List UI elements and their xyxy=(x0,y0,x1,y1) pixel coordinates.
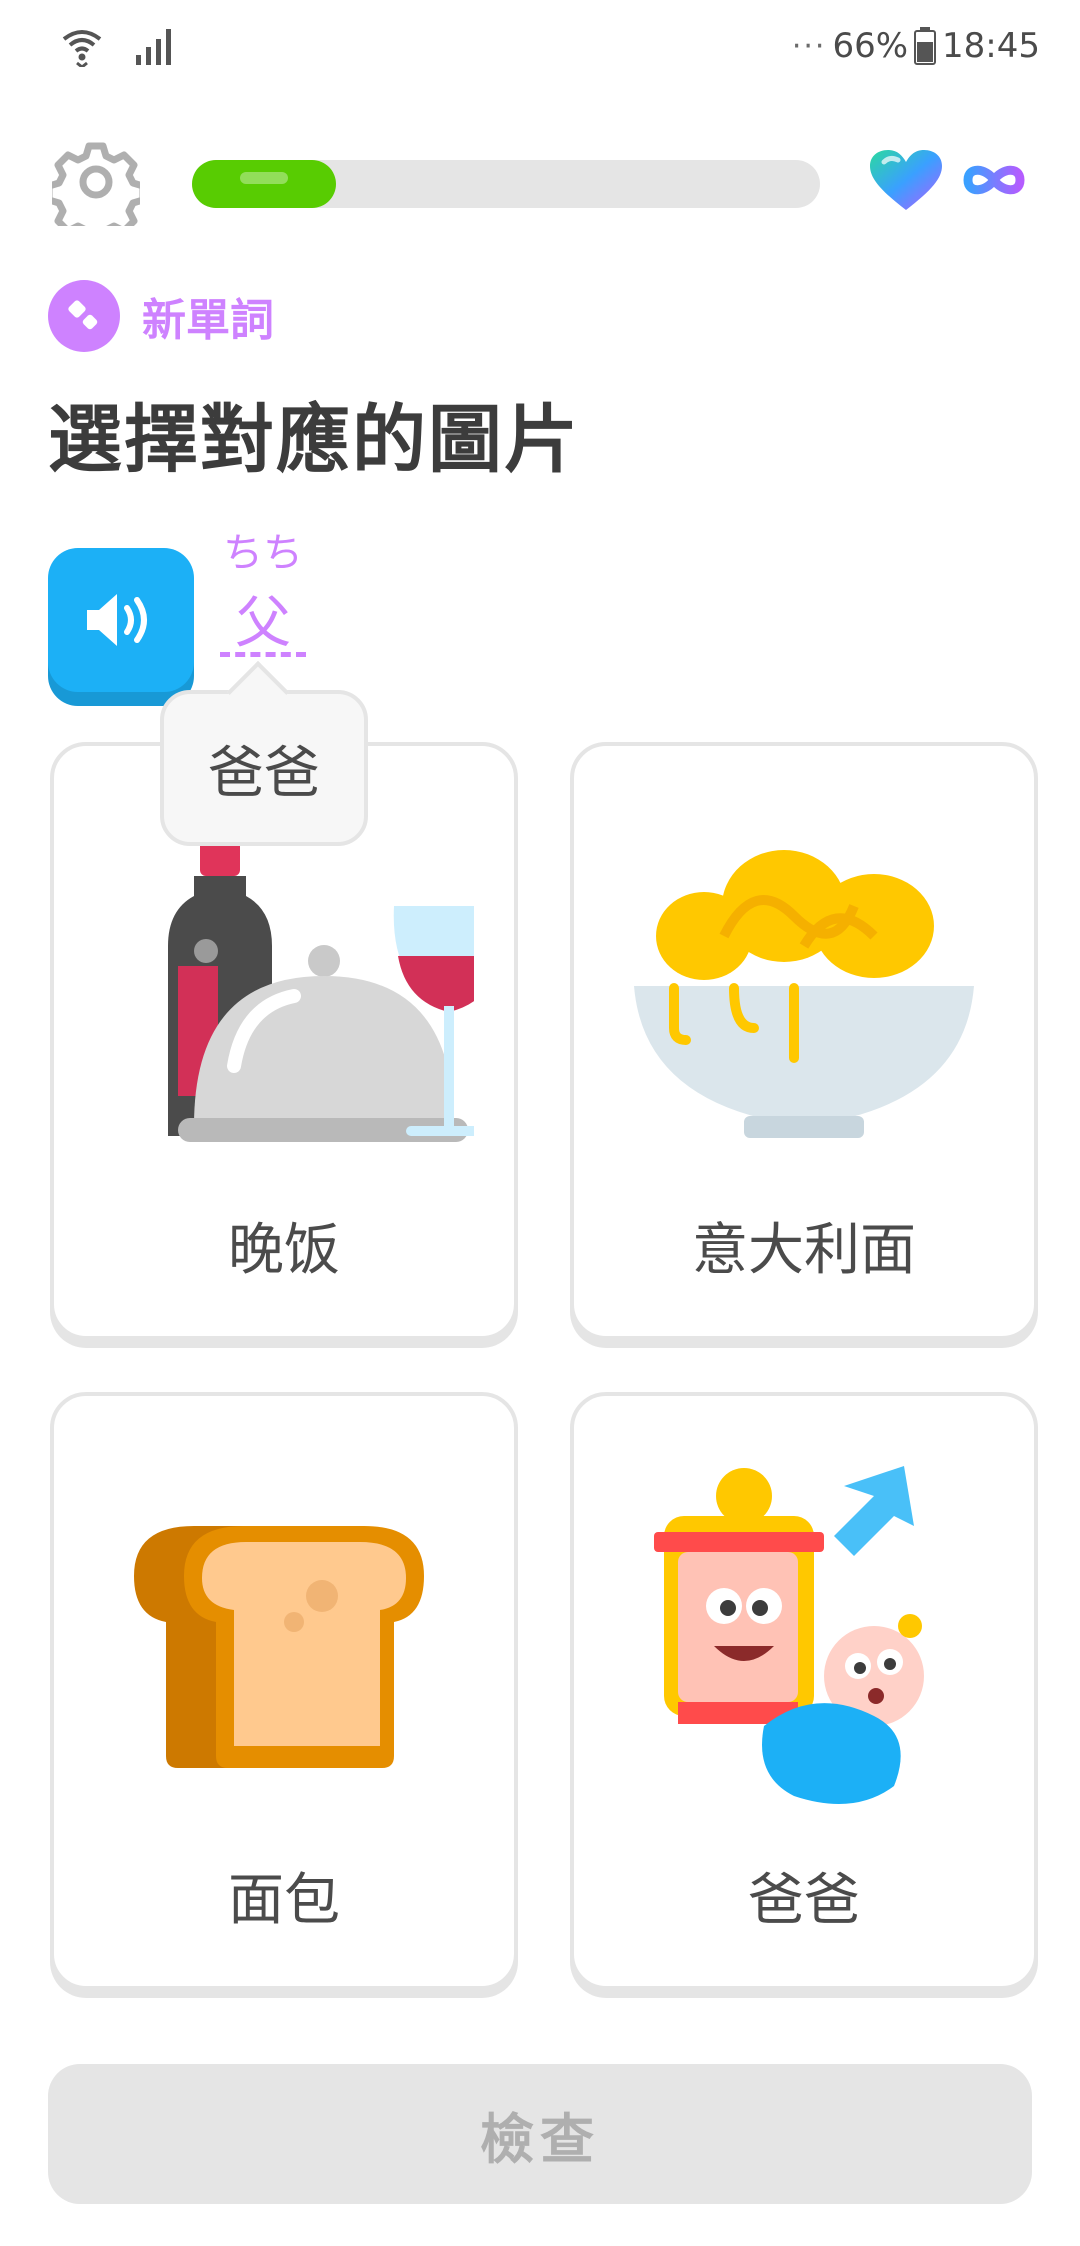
hearts-button[interactable] xyxy=(870,150,942,212)
speaker-icon xyxy=(87,594,147,646)
battery-percent: 66% xyxy=(832,26,909,66)
gear-icon xyxy=(45,142,147,244)
infinity-icon xyxy=(963,165,1025,195)
dinner-icon xyxy=(168,836,474,1142)
target-word[interactable]: 父 xyxy=(218,578,308,659)
dad-icon xyxy=(654,1466,924,1804)
bread-icon xyxy=(134,1526,424,1768)
option-card-dad[interactable]: 爸爸 xyxy=(570,1392,1038,1990)
option-label: 面包 xyxy=(228,1868,340,1933)
pasta-icon xyxy=(634,850,974,1138)
wifi-icon xyxy=(62,30,102,67)
battery-icon xyxy=(914,27,937,65)
word-furigana: ちち xyxy=(223,530,303,576)
option-label: 爸爸 xyxy=(748,1868,860,1933)
option-card-bread[interactable]: 面包 xyxy=(50,1392,518,1990)
option-label: 意大利面 xyxy=(692,1218,916,1283)
status-bar-right: ··· 66% 18:45 xyxy=(792,22,1040,70)
clock: 18:45 xyxy=(942,26,1040,66)
heart-icon xyxy=(870,150,942,210)
word-underline xyxy=(220,652,306,657)
new-word-badge-label: 新單詞 xyxy=(142,295,274,346)
sparkle-icon xyxy=(68,300,98,330)
progress-fill xyxy=(192,160,336,208)
play-audio-button[interactable] xyxy=(48,548,194,692)
check-button[interactable]: 檢查 xyxy=(48,2064,1032,2204)
option-label: 晚饭 xyxy=(228,1218,340,1283)
status-bar-left xyxy=(60,20,178,70)
more-indicator: ··· xyxy=(791,28,827,64)
unlimited-hearts-indicator xyxy=(962,160,1026,200)
settings-button[interactable] xyxy=(45,138,147,244)
signal-icon xyxy=(136,29,171,65)
challenge-title: 選擇對應的圖片 xyxy=(48,397,580,483)
lesson-progress-bar xyxy=(192,160,820,208)
progress-shine xyxy=(240,172,288,184)
new-word-badge: 新單詞 xyxy=(48,280,274,352)
new-word-badge-icon xyxy=(48,280,120,352)
option-card-pasta[interactable]: 意大利面 xyxy=(570,742,1038,1340)
